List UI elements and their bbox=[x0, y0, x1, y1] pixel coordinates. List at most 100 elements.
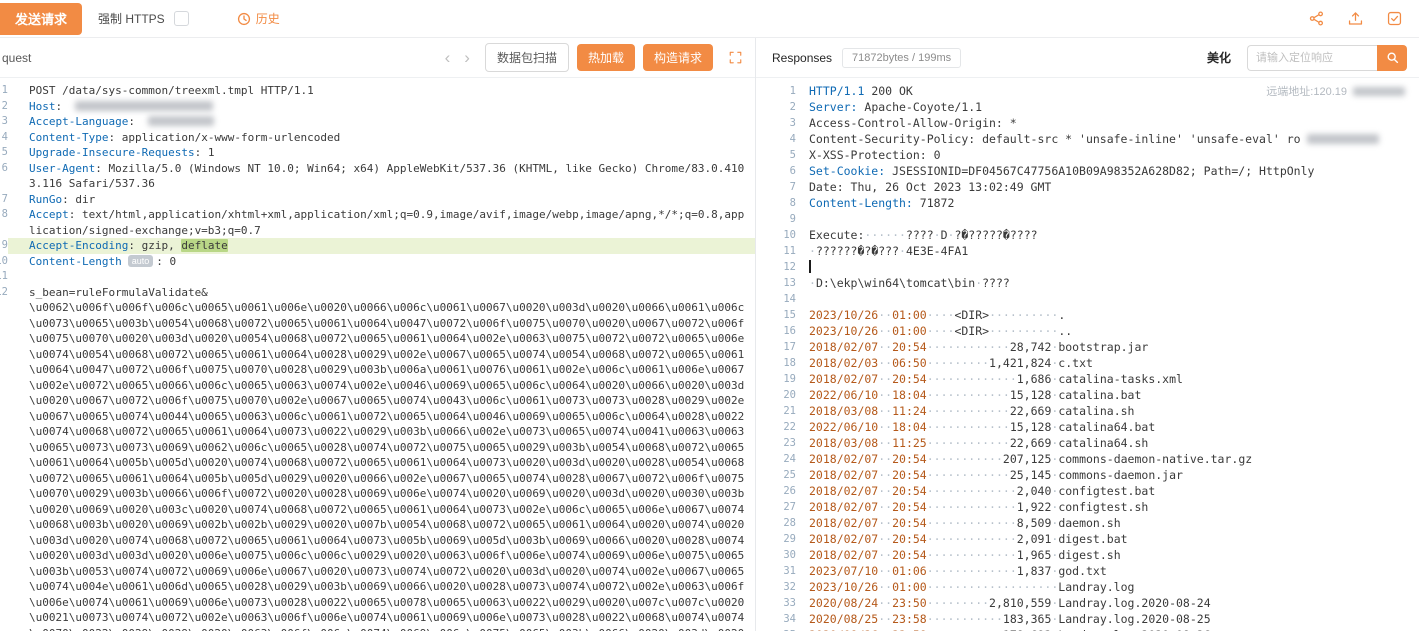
code-token: 06:50 bbox=[892, 356, 927, 370]
code-token: ·· bbox=[878, 612, 892, 626]
code-token: 20:54 bbox=[892, 516, 927, 530]
construct-request-button[interactable]: 构造请求 bbox=[643, 44, 713, 71]
editor-line: 3Accept-Language: bbox=[0, 114, 755, 130]
code-token: User-Agent bbox=[29, 162, 95, 175]
code-token: : bbox=[128, 115, 141, 128]
editor-line: 11·??????�?�???·4E3E-4FA1 bbox=[756, 243, 1419, 259]
code-token: 2,091 bbox=[1017, 532, 1052, 546]
save-check-button[interactable] bbox=[1386, 10, 1403, 27]
code-line: RunGo: dir bbox=[8, 192, 755, 208]
code-line: Set-Cookie: JSESSIONID=DF04567C47756A10B… bbox=[796, 163, 1419, 179]
editor-line: 7Date: Thu, 26 Oct 2023 13:02:49 GMT bbox=[756, 179, 1419, 195]
line-number: 16 bbox=[756, 323, 796, 339]
code-token: ······ bbox=[864, 228, 906, 242]
code-token: Landray.log.2020-08-24 bbox=[1058, 596, 1210, 610]
response-editor[interactable]: 远端地址:120.19 1HTTP/1.1 200 OK2Server: Apa… bbox=[756, 78, 1419, 631]
code-line: 2018/02/07··20:54············25,145·comm… bbox=[796, 467, 1419, 483]
code-token: 2020/08/25 bbox=[809, 612, 878, 626]
code-token: 20:54 bbox=[892, 532, 927, 546]
code-token: <DIR> bbox=[954, 324, 989, 338]
code-token: gzip, bbox=[142, 239, 182, 252]
line-number: 11 bbox=[0, 269, 8, 285]
code-token: ·· bbox=[878, 564, 892, 578]
code-token: Content-Length: bbox=[809, 196, 913, 210]
fullscreen-button[interactable] bbox=[728, 50, 743, 65]
line-number: 2 bbox=[756, 99, 796, 115]
code-line: Content-Security-Policy: default-src * '… bbox=[796, 131, 1419, 147]
editor-line: 262018/02/07··20:54·············2,040·co… bbox=[756, 483, 1419, 499]
code-line: Content-Lengthauto: 0 bbox=[8, 254, 755, 270]
code-token: POST /data/sys-common/treexml.tmpl HTTP/… bbox=[29, 84, 314, 97]
code-token: 01:00 bbox=[892, 324, 927, 338]
search-button[interactable] bbox=[1377, 45, 1407, 71]
response-editor-lines: 1HTTP/1.1 200 OK2Server: Apache-Coyote/1… bbox=[756, 83, 1419, 631]
line-number: 34 bbox=[756, 611, 796, 627]
code-token: D:\ekp\win64\tomcat\bin bbox=[816, 276, 975, 290]
code-line: Execute:······????·D·?�?????�???? bbox=[796, 227, 1419, 243]
code-token: <DIR> bbox=[954, 308, 989, 322]
share-button[interactable] bbox=[1308, 10, 1325, 27]
line-number: 31 bbox=[756, 563, 796, 579]
editor-line: 11​ bbox=[0, 269, 755, 285]
code-token: catalina.bat bbox=[1058, 388, 1141, 402]
code-token: Set-Cookie: bbox=[809, 164, 885, 178]
locate-response-input[interactable] bbox=[1247, 45, 1377, 71]
code-token: ············· bbox=[927, 532, 1017, 546]
responses-tab[interactable]: Responses bbox=[772, 51, 832, 65]
code-token: 183,365 bbox=[1003, 612, 1051, 626]
editor-line: 6User-Agent: Mozilla/5.0 (Windows NT 10.… bbox=[0, 161, 755, 192]
code-token: .. bbox=[1058, 324, 1072, 338]
history-button[interactable]: 历史 bbox=[237, 10, 280, 27]
request-editor[interactable]: 1POST /data/sys-common/treexml.tmpl HTTP… bbox=[0, 78, 755, 631]
code-token: Accept-Language bbox=[29, 115, 128, 128]
code-token: ············· bbox=[927, 548, 1017, 562]
code-token: 25,145 bbox=[1010, 468, 1052, 482]
code-token: 18:04 bbox=[892, 388, 927, 402]
request-editor-lines: 1POST /data/sys-common/treexml.tmpl HTTP… bbox=[0, 83, 755, 631]
line-number: 11 bbox=[756, 243, 796, 259]
hot-reload-button[interactable]: 热加载 bbox=[577, 44, 635, 71]
code-token: Content-Length bbox=[29, 255, 122, 268]
code-token: 1,421,824 bbox=[989, 356, 1051, 370]
code-token: 2022/06/10 bbox=[809, 420, 878, 434]
code-token: ·· bbox=[878, 596, 892, 610]
payload-token: \u0062\u006f\u006f\u006c\u0065\u0061\u00… bbox=[29, 301, 744, 631]
line-number: 5 bbox=[0, 145, 8, 161]
code-token: ········· bbox=[927, 356, 989, 370]
code-token: ·· bbox=[878, 356, 892, 370]
response-panel: Responses 71872bytes / 199ms 美化 远端地址:120… bbox=[756, 38, 1419, 631]
editor-line: 192018/02/07··20:54·············1,686·ca… bbox=[756, 371, 1419, 387]
text-cursor bbox=[809, 260, 811, 273]
export-button[interactable] bbox=[1347, 10, 1364, 27]
code-token: digest.sh bbox=[1058, 548, 1120, 562]
line-number: 35 bbox=[756, 627, 796, 631]
code-token: 01:00 bbox=[892, 580, 927, 594]
remote-address: 远端地址:120.19 bbox=[1266, 83, 1411, 99]
editor-line: 312023/07/10··01:06·············1,837·go… bbox=[756, 563, 1419, 579]
code-token: ·· bbox=[878, 532, 892, 546]
send-request-button[interactable]: 发送请求 bbox=[0, 3, 82, 35]
editor-line: 282018/02/07··20:54·············8,509·da… bbox=[756, 515, 1419, 531]
prev-request-arrow[interactable]: ‹ bbox=[438, 49, 458, 66]
line-number: 23 bbox=[756, 435, 796, 451]
code-token: ???? bbox=[906, 228, 934, 242]
editor-line: 13·D:\ekp\win64\tomcat\bin·???? bbox=[756, 275, 1419, 291]
request-panel-header: quest ‹ › 数据包扫描 热加载 构造请求 bbox=[0, 38, 755, 78]
packet-scan-button[interactable]: 数据包扫描 bbox=[485, 43, 569, 72]
line-number: 32 bbox=[756, 579, 796, 595]
force-https-checkbox[interactable] bbox=[174, 11, 189, 26]
code-token: D bbox=[941, 228, 948, 242]
beautify-button[interactable]: 美化 bbox=[1207, 49, 1231, 66]
editor-line: 7RunGo: dir bbox=[0, 192, 755, 208]
code-token: · bbox=[809, 276, 816, 290]
code-line: 2022/06/10··18:04············15,128·cata… bbox=[796, 387, 1419, 403]
code-line: X-XSS-Protection: 0 bbox=[796, 147, 1419, 163]
code-token: ··········· bbox=[927, 452, 1003, 466]
code-token: s_bean=ruleFormulaValidate& bbox=[29, 286, 208, 299]
next-request-arrow[interactable]: › bbox=[457, 49, 477, 66]
code-token: 2018/02/07 bbox=[809, 340, 878, 354]
code-token: Access-Control-Allow-Origin: * bbox=[809, 116, 1017, 130]
response-stats-badge: 71872bytes / 199ms bbox=[842, 48, 961, 68]
code-token: catalina64.bat bbox=[1058, 420, 1155, 434]
code-token: 2018/02/07 bbox=[809, 468, 878, 482]
